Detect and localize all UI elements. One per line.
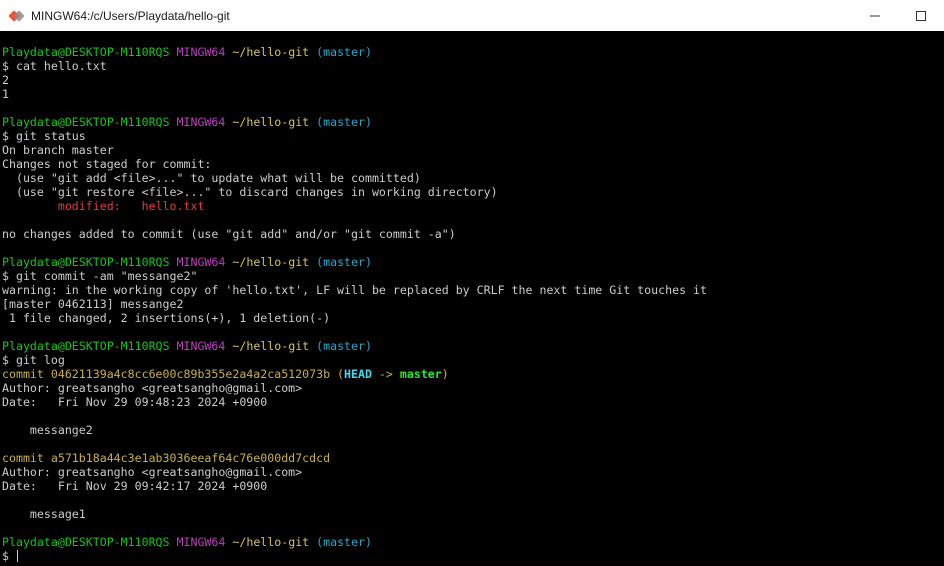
output-text: Author: greatsangho <greatsangho@gmail.c… <box>2 381 303 395</box>
output-text: warning: in the working copy of 'hello.t… <box>2 283 707 297</box>
git-bash-icon <box>8 9 25 23</box>
prompt-branch: (master) <box>316 45 372 59</box>
output-line: $ git log <box>0 353 944 367</box>
output-text: On branch master <box>2 143 114 157</box>
prompt-system: MINGW64 <box>176 535 226 549</box>
prompt-user: Playdata@DESKTOP-M110RQS <box>2 255 170 269</box>
prompt-line: Playdata@DESKTOP-M110RQS MINGW64 ~/hello… <box>0 255 944 269</box>
prompt-line: Playdata@DESKTOP-M110RQS MINGW64 ~/hello… <box>0 45 944 59</box>
output-line: Date: Fri Nov 29 09:42:17 2024 +0900 <box>0 479 944 493</box>
terminal-output[interactable]: Playdata@DESKTOP-M110RQS MINGW64 ~/hello… <box>0 31 944 566</box>
minimize-button[interactable] <box>852 0 898 31</box>
window-controls <box>852 0 944 31</box>
prompt-system: MINGW64 <box>176 339 226 353</box>
output-line: messange2 <box>0 423 944 437</box>
output-text: message1 <box>2 507 86 521</box>
output-text: (use "git restore <file>..." to discard … <box>2 185 498 199</box>
prompt-path: ~/hello-git <box>232 255 310 269</box>
maximize-button[interactable] <box>898 0 944 31</box>
input-line: $ <box>0 549 944 563</box>
commit-line: commit a571b18a44c3e1ab3036eeaf64c76e000… <box>0 451 944 465</box>
commit-hash: commit a571b18a44c3e1ab3036eeaf64c76e000… <box>2 451 331 465</box>
output-text: Author: greatsangho <greatsangho@gmail.c… <box>2 465 303 479</box>
output-line: 1 file changed, 2 insertions(+), 1 delet… <box>0 311 944 325</box>
prompt-user: Playdata@DESKTOP-M110RQS <box>2 115 170 129</box>
ref-open: ( <box>330 367 345 381</box>
output-text: Changes not staged for commit: <box>2 157 212 171</box>
prompt-system: MINGW64 <box>176 45 226 59</box>
minimize-icon <box>870 15 880 16</box>
prompt-system: MINGW64 <box>176 115 226 129</box>
prompt-system: MINGW64 <box>176 255 226 269</box>
output-line: 1 <box>0 87 944 101</box>
output-text: $ git log <box>2 353 65 367</box>
window-title: MINGW64:/c/Users/Playdata/hello-git <box>31 8 230 23</box>
output-line: Author: greatsangho <greatsangho@gmail.c… <box>0 465 944 479</box>
output-text: 1 file changed, 2 insertions(+), 1 delet… <box>2 311 331 325</box>
ref-arrow: -> <box>371 367 400 381</box>
output-text: $ cat hello.txt <box>2 59 107 73</box>
output-line: 2 <box>0 73 944 87</box>
prompt-path: ~/hello-git <box>232 45 310 59</box>
output-line: $ git commit -am "messange2" <box>0 269 944 283</box>
head-ref: HEAD <box>344 367 372 381</box>
output-line: $ git status <box>0 129 944 143</box>
output-text: $ git commit -am "messange2" <box>2 269 198 283</box>
prompt-branch: (master) <box>316 115 372 129</box>
prompt-user: Playdata@DESKTOP-M110RQS <box>2 535 170 549</box>
output-text: messange2 <box>2 423 93 437</box>
output-text: (use "git add <file>..." to update what … <box>2 171 421 185</box>
title-bar[interactable]: MINGW64:/c/Users/Playdata/hello-git <box>0 0 944 31</box>
prompt-user: Playdata@DESKTOP-M110RQS <box>2 339 170 353</box>
modified-label: modified: <box>57 199 142 213</box>
ref-close: ) <box>441 367 449 381</box>
maximize-icon <box>916 10 926 21</box>
output-line: [master 0462113] messange2 <box>0 297 944 311</box>
prompt-line: Playdata@DESKTOP-M110RQS MINGW64 ~/hello… <box>0 339 944 353</box>
prompt-line: Playdata@DESKTOP-M110RQS MINGW64 ~/hello… <box>0 115 944 129</box>
output-line: message1 <box>0 507 944 521</box>
output-line: Author: greatsangho <greatsangho@gmail.c… <box>0 381 944 395</box>
prompt-user: Playdata@DESKTOP-M110RQS <box>2 45 170 59</box>
prompt-symbol: $ <box>2 549 16 563</box>
prompt-path: ~/hello-git <box>232 535 310 549</box>
prompt-branch: (master) <box>316 339 372 353</box>
output-line: Date: Fri Nov 29 09:48:23 2024 +0900 <box>0 395 944 409</box>
modified-file-line: modified: hello.txt <box>0 199 944 213</box>
output-line: no changes added to commit (use "git add… <box>0 227 944 241</box>
commit-line: commit 04621139a4c8cc6e00c89b355e2a4a2ca… <box>0 367 944 381</box>
output-line: On branch master <box>0 143 944 157</box>
output-text: Date: Fri Nov 29 09:48:23 2024 +0900 <box>2 395 268 409</box>
output-text: no changes added to commit (use "git add… <box>2 227 456 241</box>
text-cursor <box>16 550 18 562</box>
commit-hash: commit 04621139a4c8cc6e00c89b355e2a4a2ca… <box>2 367 331 381</box>
output-line: Changes not staged for commit: <box>0 157 944 171</box>
terminal-window: MINGW64:/c/Users/Playdata/hello-git Play… <box>0 0 944 566</box>
output-line: $ cat hello.txt <box>0 59 944 73</box>
prompt-path: ~/hello-git <box>232 115 310 129</box>
prompt-path: ~/hello-git <box>232 339 310 353</box>
modified-file: hello.txt <box>141 199 205 213</box>
output-text: $ git status <box>2 129 86 143</box>
output-text: 2 <box>2 73 9 87</box>
output-line: (use "git restore <file>..." to discard … <box>0 185 944 199</box>
output-text: 1 <box>2 87 9 101</box>
prompt-line: Playdata@DESKTOP-M110RQS MINGW64 ~/hello… <box>0 535 944 549</box>
output-line: warning: in the working copy of 'hello.t… <box>0 283 944 297</box>
prompt-branch: (master) <box>316 255 372 269</box>
prompt-branch: (master) <box>316 535 372 549</box>
master-ref: master <box>399 367 442 381</box>
output-text: [master 0462113] messange2 <box>2 297 184 311</box>
output-line: (use "git add <file>..." to update what … <box>0 171 944 185</box>
output-text: Date: Fri Nov 29 09:42:17 2024 +0900 <box>2 479 268 493</box>
